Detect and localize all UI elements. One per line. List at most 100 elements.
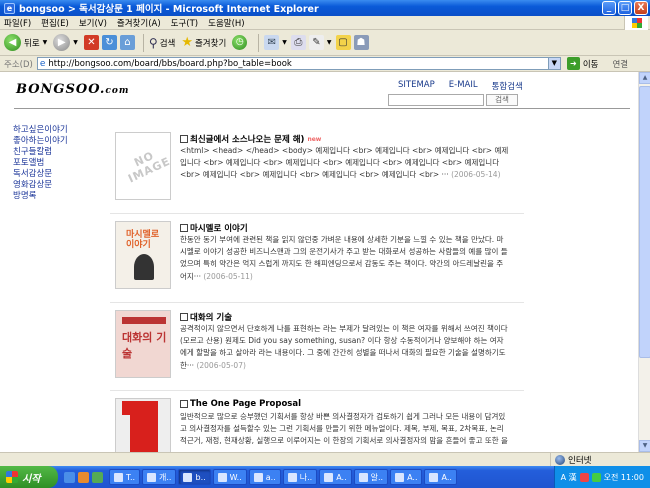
post-title-text: The One Page Proposal	[190, 399, 302, 409]
post-divider	[110, 302, 524, 303]
post-thumbnail[interactable]: 마시멜로 이야기	[115, 221, 171, 289]
home-icon[interactable]: ⌂	[119, 35, 135, 50]
windows-logo-icon	[624, 16, 648, 30]
star-icon: ★	[181, 35, 193, 50]
post-title-text: 마시멜로 이야기	[190, 224, 248, 234]
ime-indicator[interactable]: A 漢	[561, 472, 577, 483]
maximize-button[interactable]: □	[618, 1, 632, 15]
taskbar-item-label: A..	[441, 472, 452, 482]
scroll-up-icon[interactable]: ▲	[639, 72, 650, 84]
post-title[interactable]: 대화의 기술	[180, 311, 232, 323]
vertical-scrollbar[interactable]: ▲ ▼	[638, 72, 650, 452]
sidebar-item-guestbook[interactable]: 방명록	[13, 191, 68, 202]
book-cover-numeral-flag	[122, 401, 134, 415]
book-cover-band	[122, 317, 166, 324]
discuss-icon[interactable]: ▢	[335, 35, 351, 50]
refresh-icon[interactable]: ↻	[101, 35, 117, 50]
address-dropdown-icon[interactable]: ▼	[547, 57, 561, 70]
start-button[interactable]: 시작	[0, 466, 58, 488]
app-icon	[183, 472, 193, 482]
quick-launch	[64, 471, 103, 483]
go-button[interactable]: ➜ 이동	[566, 57, 599, 70]
tray-app-icon[interactable]	[591, 472, 601, 482]
sidebar-item-favorite-stories[interactable]: 좋아하는이야기	[13, 136, 68, 147]
logo-suffix: com	[105, 86, 130, 96]
favorites-button[interactable]: ★ 즐겨찾기	[181, 35, 226, 50]
taskbar-item-label: 알..	[370, 472, 384, 482]
scrollbar-thumb[interactable]	[639, 86, 650, 358]
tray-app-icon[interactable]	[579, 472, 589, 482]
stop-icon[interactable]: ✕	[83, 35, 99, 50]
taskbar-item-label: a..	[265, 472, 276, 482]
firefox-quicklaunch-icon[interactable]	[78, 471, 89, 483]
sidebar: 하고싶은이야기 좋아하는이야기 친구들칼럼 포토앨범 독서감상문 영화감상문 방…	[13, 125, 68, 202]
app-icon	[147, 472, 157, 482]
nav-sitemap[interactable]: SITEMAP	[398, 80, 435, 92]
close-button[interactable]: X	[634, 1, 648, 15]
back-button[interactable]: ◀ 뒤로 ▼	[4, 34, 47, 51]
history-icon[interactable]: ◷	[232, 35, 248, 50]
taskbar-item[interactable]: 알..	[353, 469, 389, 485]
taskbar-item[interactable]: A..	[390, 469, 423, 485]
menu-tools[interactable]: 도구(T)	[171, 17, 198, 29]
ie-quicklaunch-icon[interactable]	[64, 471, 75, 483]
post-title[interactable]: 마시멜로 이야기	[180, 222, 248, 234]
taskbar-item[interactable]: 개..	[142, 469, 177, 485]
scroll-down-icon[interactable]: ▼	[639, 440, 650, 452]
forward-button[interactable]: ▶ ▼	[53, 34, 78, 51]
menu-favorites[interactable]: 즐겨찾기(A)	[117, 17, 161, 29]
sidebar-item-movie-review[interactable]: 영화감상문	[13, 180, 68, 191]
toolbar-separator	[142, 33, 144, 52]
logo-text: BONGSOO.	[16, 82, 106, 97]
address-input[interactable]: e http://bongsoo.com/board/bbs/board.php…	[36, 57, 549, 70]
edit-icon[interactable]: ✎	[308, 35, 324, 50]
menu-help[interactable]: 도움말(H)	[208, 17, 244, 29]
taskbar: 시작 T.. 개.. b.. W.. a.. 나.. A.. 알.. A.. A…	[0, 466, 650, 488]
post-thumbnail[interactable]	[115, 398, 171, 452]
sidebar-item-photo-album[interactable]: 포토앨범	[13, 158, 68, 169]
go-label: 이동	[582, 59, 599, 70]
taskbar-item[interactable]: b..	[178, 469, 211, 485]
site-search-button[interactable]: 검색	[486, 94, 518, 106]
menu-view[interactable]: 보기(V)	[79, 17, 107, 29]
post-checkbox[interactable]	[180, 135, 188, 143]
post-checkbox[interactable]	[180, 313, 188, 321]
post-thumbnail[interactable]: 대화의 기술	[115, 310, 171, 378]
title-bar: e bongsoo > 독서감상문 1 페이지 - Microsoft Inte…	[0, 0, 650, 16]
site-search-input[interactable]	[388, 94, 484, 106]
header-divider	[14, 108, 630, 109]
nav-email[interactable]: E-MAIL	[449, 80, 478, 92]
taskbar-item-label: T..	[126, 472, 136, 482]
taskbar-item[interactable]: T..	[109, 469, 141, 485]
taskbar-item[interactable]: A..	[319, 469, 352, 485]
site-logo[interactable]: BONGSOO.com	[16, 82, 129, 97]
address-label: 주소(D)	[4, 59, 33, 70]
menu-edit[interactable]: 편집(E)	[41, 17, 69, 29]
mail-icon[interactable]: ✉	[264, 35, 280, 50]
search-button[interactable]: ⚲ 검색	[149, 36, 175, 50]
post-title[interactable]: The One Page Proposal	[180, 399, 301, 409]
post-title[interactable]: 최신글에서 소스나오는 문제 해) new	[180, 133, 321, 145]
status-bar: 인터넷	[0, 452, 650, 467]
post-checkbox[interactable]	[180, 400, 188, 408]
menu-file[interactable]: 파일(F)	[4, 17, 31, 29]
list-item: 마시멜로 이야기 마시멜로 이야기 한동안 동기 부여에 관련된 책을 읽지 않…	[110, 215, 524, 297]
sidebar-item-book-review[interactable]: 독서감상문	[13, 169, 68, 180]
messenger-icon[interactable]: ☗	[353, 35, 369, 50]
minimize-button[interactable]: _	[602, 1, 616, 15]
taskbar-item[interactable]: 나..	[282, 469, 318, 485]
nav-unified-search[interactable]: 통합검색	[492, 80, 523, 92]
post-checkbox[interactable]	[180, 224, 188, 232]
post-thumbnail[interactable]: NO IMAGE	[115, 132, 171, 200]
zone-label: 인터넷	[568, 455, 592, 466]
app-quicklaunch-icon[interactable]	[92, 471, 103, 483]
taskbar-item[interactable]: a..	[248, 469, 281, 485]
taskbar-item-label: 개..	[159, 472, 172, 482]
taskbar-item[interactable]: W..	[212, 469, 247, 485]
print-icon[interactable]: ⎙	[290, 35, 306, 50]
taskbar-item[interactable]: A..	[424, 469, 457, 485]
sidebar-item-friends-column[interactable]: 친구들칼럼	[13, 147, 68, 158]
sidebar-item-talk[interactable]: 하고싶은이야기	[13, 125, 68, 136]
links-button[interactable]: 연결	[612, 58, 628, 70]
search-label: 검색	[159, 38, 176, 49]
